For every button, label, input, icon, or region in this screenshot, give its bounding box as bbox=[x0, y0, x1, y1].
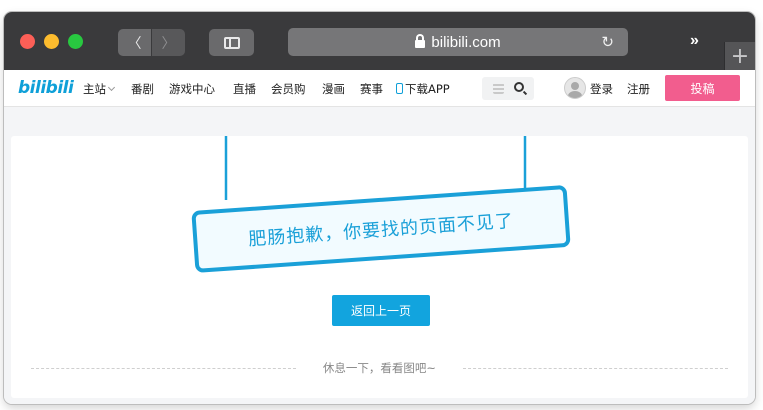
nav-item-member-shop[interactable]: 会员购 bbox=[271, 81, 306, 97]
close-window-button[interactable] bbox=[20, 34, 35, 49]
nav-item-label: 主站 bbox=[83, 82, 106, 96]
nav-item-esports[interactable]: 赛事 bbox=[360, 81, 383, 97]
new-tab-button[interactable]: + bbox=[724, 42, 755, 70]
new-tab-icon: + bbox=[730, 43, 750, 69]
nav-item-label: 下载APP bbox=[405, 82, 450, 96]
nav-item-game-center[interactable]: 游戏中心 bbox=[169, 81, 215, 97]
rest-divider: 休息一下，看看图吧~ bbox=[31, 360, 728, 376]
nav-item-download-app[interactable]: 下载APP bbox=[396, 81, 450, 97]
chevron-down-icon bbox=[107, 83, 116, 92]
register-link[interactable]: 注册 bbox=[627, 81, 650, 97]
error-card: 肥肠抱歉，你要找的页面不见了 返回上一页 休息一下，看看图吧~ bbox=[11, 136, 748, 398]
upload-button[interactable]: 投稿 bbox=[665, 75, 740, 101]
lock-icon bbox=[415, 34, 426, 48]
nav-item-live[interactable]: 直播 bbox=[233, 81, 256, 97]
address-bar[interactable]: bilibili.com ↻ bbox=[288, 28, 628, 56]
site-nav-bar: bilibili 主站 番剧 游戏中心 直播 会员购 漫画 赛事 下载APP 登… bbox=[4, 70, 755, 107]
back-to-previous-page-button[interactable]: 返回上一页 bbox=[332, 295, 430, 326]
title-bar: 〈 〉 bilibili.com ↻ » + bbox=[4, 12, 755, 70]
address-text: bilibili.com bbox=[431, 33, 501, 51]
phone-icon bbox=[396, 83, 403, 94]
login-link[interactable]: 登录 bbox=[590, 81, 613, 97]
zoom-window-button[interactable] bbox=[68, 34, 83, 49]
divider-right bbox=[463, 368, 728, 369]
search-decoration-icon bbox=[493, 83, 504, 94]
search-icon[interactable] bbox=[514, 82, 524, 92]
sign-board: 肥肠抱歉，你要找的页面不见了 bbox=[191, 185, 571, 273]
avatar[interactable] bbox=[564, 77, 586, 99]
forward-button[interactable]: 〉 bbox=[152, 29, 185, 56]
search-box[interactable] bbox=[482, 77, 534, 100]
forward-icon: 〉 bbox=[161, 35, 176, 52]
nav-item-main[interactable]: 主站 bbox=[83, 81, 116, 97]
back-icon: 〈 bbox=[127, 35, 142, 52]
back-button[interactable]: 〈 bbox=[118, 29, 151, 56]
more-icon[interactable]: » bbox=[690, 32, 699, 50]
main-content: 肥肠抱歉，你要找的页面不见了 返回上一页 休息一下，看看图吧~ bbox=[4, 108, 755, 404]
sidebar-toggle-button[interactable] bbox=[209, 29, 254, 56]
nav-item-manga[interactable]: 漫画 bbox=[322, 81, 345, 97]
browser-window: 〈 〉 bilibili.com ↻ » + bilibili 主站 番剧 游戏… bbox=[4, 12, 755, 404]
sidebar-icon bbox=[223, 36, 240, 49]
reload-icon[interactable]: ↻ bbox=[601, 33, 614, 51]
sorry-sign: 肥肠抱歉，你要找的页面不见了 bbox=[191, 136, 571, 273]
bilibili-logo[interactable]: bilibili bbox=[18, 78, 74, 98]
nav-item-bangumi[interactable]: 番剧 bbox=[131, 81, 154, 97]
minimize-window-button[interactable] bbox=[44, 34, 59, 49]
